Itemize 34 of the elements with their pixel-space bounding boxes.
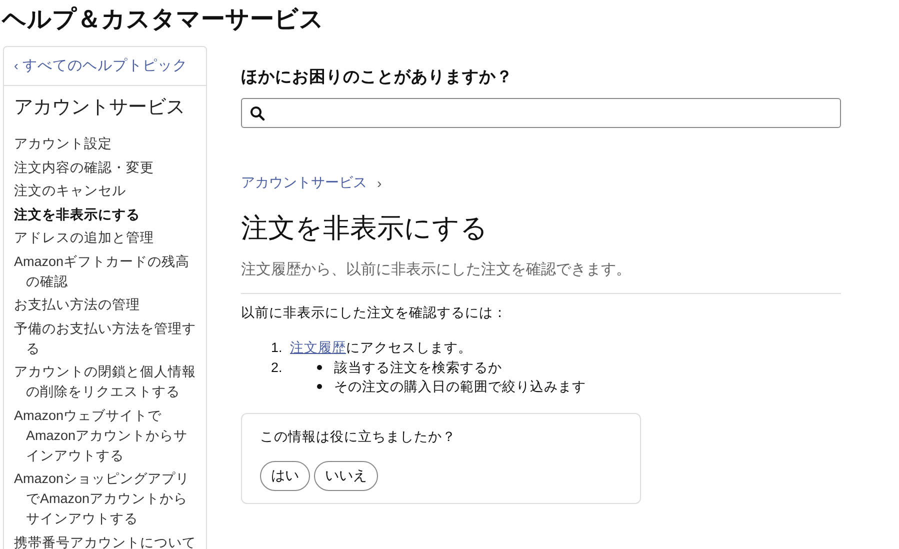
- back-link[interactable]: ‹ すべてのヘルプトピック: [4, 47, 206, 86]
- sidebar-item[interactable]: 携帯番号アカウントについて: [4, 532, 206, 549]
- feedback-question: この情報は役に立ちましたか？: [260, 428, 457, 446]
- search-icon: [250, 106, 265, 120]
- bullet-icon: [317, 384, 322, 390]
- step-text: その注文の購入日の範囲で絞り込みます: [334, 378, 586, 396]
- sidebar-heading: アカウントサービス: [13, 96, 186, 120]
- feedback-button[interactable]: いいえ: [314, 460, 378, 490]
- bullet-icon: [317, 364, 322, 370]
- page-title: ヘルプ＆カスタマーサービス: [0, 5, 325, 35]
- sidebar-item[interactable]: アドレスの追加と管理: [4, 228, 206, 248]
- sidebar-item[interactable]: 注文内容の確認・変更: [4, 158, 206, 178]
- sidebar-item[interactable]: アカウント設定: [4, 134, 206, 154]
- article-lead: 注文履歴から、以前に非表示にした注文を確認できます。: [241, 260, 632, 279]
- sidebar-item[interactable]: AmazonウェブサイトでAmazonアカウントからサインアウトする: [4, 406, 206, 466]
- instructions-intro: 以前に非表示にした注文を確認するには：: [241, 304, 508, 322]
- breadcrumb-separator: ›: [377, 175, 382, 191]
- step-number: 1.: [271, 339, 284, 357]
- sidebar-item[interactable]: Amazonギフトカードの残高の確認: [4, 252, 206, 292]
- sidebar-item[interactable]: アカウントの閉鎖と個人情報の削除をリクエストする: [4, 362, 206, 402]
- search-heading: ほかにお困りのことがありますか？: [241, 67, 514, 88]
- feedback-button[interactable]: はい: [260, 460, 310, 490]
- step-text: 該当する注文を検索するか: [334, 358, 502, 376]
- sidebar-item[interactable]: 注文を非表示にする: [4, 204, 206, 224]
- article-title: 注文を非表示にする: [241, 212, 489, 245]
- sidebar-item[interactable]: お支払い方法の管理: [4, 295, 206, 315]
- sidebar-item[interactable]: 予備のお支払い方法を管理する: [4, 318, 206, 358]
- breadcrumb-link[interactable]: アカウントサービス: [241, 174, 367, 192]
- sidebar-item[interactable]: AmazonショッピングアプリでAmazonアカウントからサインアウトする: [4, 469, 206, 529]
- search-field[interactable]: [241, 98, 841, 128]
- sidebar-item[interactable]: 注文のキャンセル: [4, 181, 206, 201]
- step-text: 注文履歴にアクセスします。: [290, 339, 472, 357]
- order-history-link[interactable]: 注文履歴: [290, 340, 346, 355]
- step-number: 2.: [271, 358, 284, 376]
